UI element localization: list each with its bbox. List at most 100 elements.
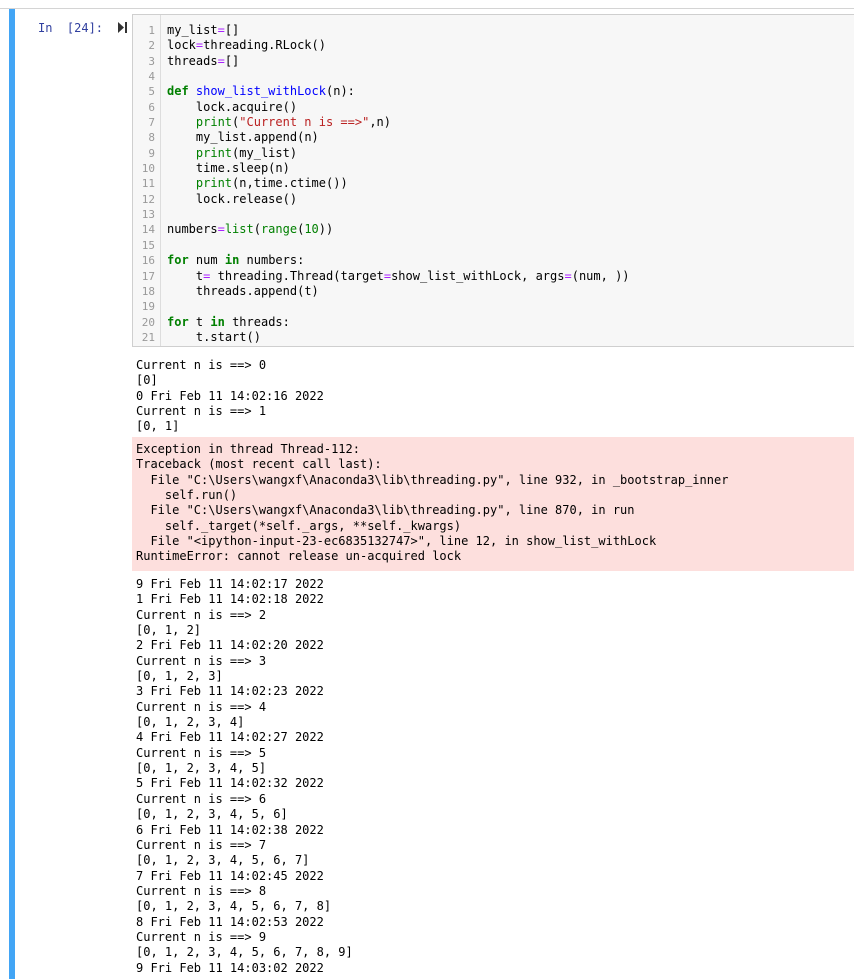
line-number: 17 <box>141 269 155 283</box>
code-line[interactable]: 16 for num in numbers: <box>133 253 854 268</box>
code-text: lock.release() <box>195 191 298 206</box>
notebook-code-cell[interactable]: In [24]: 1 my_list=[] 2 lock=threading.RLoc… <box>0 9 854 979</box>
code-editor[interactable]: 1 my_list=[] 2 lock=threading.RLock() 3 threa… <box>132 14 854 347</box>
output-line: 2 Fri Feb 11 14:02:20 2022 <box>136 638 324 653</box>
line-number: 21 <box>141 330 155 344</box>
code-line[interactable]: 7 print("Current n is ==>",n) <box>133 115 854 130</box>
line-number: 14 <box>141 223 155 237</box>
output-line: [0, 1, 2, 3, 4, 5, 6, 7, 8] <box>136 899 332 914</box>
line-number: 11 <box>141 177 155 191</box>
output-line: Current n is ==> 2 <box>136 607 267 622</box>
output-line: Current n is ==> 1 <box>136 404 267 419</box>
code-line[interactable]: 5 def show_list_withLock(n): <box>133 84 854 99</box>
code-line[interactable]: 4 <box>133 69 854 84</box>
line-number: 19 <box>141 300 155 314</box>
code-text: numbers=list(range(10)) <box>167 222 334 237</box>
line-number: 8 <box>148 131 155 145</box>
output-line: Current n is ==> 6 <box>136 791 267 806</box>
code-text: for t in threads: <box>167 314 290 329</box>
code-line[interactable]: 21 t.start() <box>133 330 854 345</box>
code-text: print("Current n is ==>",n) <box>195 115 392 130</box>
output-line: 1 Fri Feb 11 14:02:18 2022 <box>136 592 324 607</box>
code-line[interactable]: 10 time.sleep(n) <box>133 161 854 176</box>
line-number: 6 <box>148 100 155 114</box>
output-line: Current n is ==> 3 <box>136 653 267 668</box>
output-line: Current n is ==> 8 <box>136 883 267 898</box>
output-line: 4 Fri Feb 11 14:02:27 2022 <box>136 730 324 745</box>
line-number: 16 <box>141 254 155 268</box>
line-number: 10 <box>141 162 155 176</box>
code-text: threads.append(t) <box>195 283 319 298</box>
line-number: 18 <box>141 284 155 298</box>
line-number: 9 <box>148 146 155 160</box>
line-number: 5 <box>148 85 155 99</box>
output-line: Current n is ==> 4 <box>136 699 267 714</box>
output-line: 3 Fri Feb 11 14:02:23 2022 <box>136 684 324 699</box>
line-number: 20 <box>141 315 155 329</box>
code-text: threads=[] <box>167 53 240 68</box>
line-number: 4 <box>148 70 155 84</box>
output-line: Current n is ==> 7 <box>136 837 267 852</box>
code-line[interactable]: 19 <box>133 299 854 314</box>
stdout-output-before: Current n is ==> 0 [0] 0 Fri Feb 11 14:02:… <box>132 358 854 435</box>
output-line: [0, 1, 2, 3, 4, 5] <box>136 761 267 776</box>
line-number: 15 <box>141 238 155 252</box>
output-line: Current n is ==> 0 <box>136 358 267 372</box>
error-line: File "C:\Users\wangxf\Anaconda3\lib\thre… <box>136 472 729 487</box>
output-line: 8 Fri Feb 11 14:02:53 2022 <box>136 914 324 929</box>
code-text: my_list=[] <box>167 23 240 37</box>
output-line: [0, 1, 2, 3, 4, 5, 6, 7] <box>136 853 310 868</box>
code-line[interactable]: 6 lock.acquire() <box>133 100 854 115</box>
output-line: [0, 1, 2, 3, 4, 5, 6] <box>136 807 288 822</box>
line-number: 12 <box>141 192 155 206</box>
error-line: File "<ipython-input-23-ec6835132747>", … <box>136 534 657 549</box>
code-text: def show_list_withLock(n): <box>167 84 355 99</box>
code-text: lock=threading.RLock() <box>167 38 326 53</box>
code-text: print(n,time.ctime()) <box>195 176 348 191</box>
output-line: 6 Fri Feb 11 14:02:38 2022 <box>136 822 324 837</box>
code-text: print(my_list) <box>195 145 298 160</box>
error-line: Traceback (most recent call last): <box>136 457 382 472</box>
play-step-icon[interactable] <box>118 22 127 33</box>
input-prompt: In [24]: <box>38 21 104 35</box>
line-number: 2 <box>148 39 155 53</box>
stdout-output-after: 9 Fri Feb 11 14:02:17 2022 1 Fri Feb 11 1… <box>132 577 854 976</box>
code-line[interactable]: 3 threads=[] <box>133 54 854 69</box>
code-line[interactable]: 18 threads.append(t) <box>133 284 854 299</box>
output-line: Current n is ==> 5 <box>136 745 267 760</box>
output-line: [0] <box>136 373 158 388</box>
output-line: 9 Fri Feb 11 14:03:02 2022 <box>136 960 324 975</box>
error-line: RuntimeError: cannot release un-acquired… <box>136 549 462 564</box>
output-line: [0, 1, 2, 3, 4, 5, 6, 7, 8, 9] <box>136 945 353 960</box>
code-text: lock.acquire() <box>195 99 298 114</box>
code-text: for num in numbers: <box>167 253 305 268</box>
line-number: 13 <box>141 208 155 222</box>
line-number: 3 <box>148 54 155 68</box>
error-line: Exception in thread Thread-112: <box>136 442 360 456</box>
code-line[interactable]: 2 lock=threading.RLock() <box>133 38 854 53</box>
output-line: [0, 1] <box>136 419 180 434</box>
code-text: t= threading.Thread(target=show_list_wit… <box>195 268 630 283</box>
code-line[interactable]: 20 for t in threads: <box>133 315 854 330</box>
code-text: time.sleep(n) <box>195 161 290 176</box>
code-line[interactable]: 8 my_list.append(n) <box>133 130 854 145</box>
error-line: File "C:\Users\wangxf\Anaconda3\lib\thre… <box>136 503 635 518</box>
code-line[interactable]: 12 lock.release() <box>133 192 854 207</box>
code-line[interactable]: 11 print(n,time.ctime()) <box>133 176 854 191</box>
cell-selection-bar <box>9 9 15 979</box>
output-line: [0, 1, 2, 3] <box>136 669 223 684</box>
code-line[interactable]: 9 print(my_list) <box>133 146 854 161</box>
code-line[interactable]: 1 my_list=[] <box>133 23 854 38</box>
line-number: 7 <box>148 116 155 130</box>
code-text: t.start() <box>195 329 261 344</box>
code-lines: 1 my_list=[] 2 lock=threading.RLock() 3 threa… <box>133 23 854 345</box>
stderr-output: Exception in thread Thread-112: Traceback… <box>132 437 854 571</box>
output-line: 7 Fri Feb 11 14:02:45 2022 <box>136 868 324 883</box>
code-text: my_list.append(n) <box>195 130 319 145</box>
code-line[interactable]: 13 <box>133 207 854 222</box>
code-line[interactable]: 15 <box>133 238 854 253</box>
line-number: 1 <box>148 24 155 37</box>
output-line: Current n is ==> 9 <box>136 929 267 944</box>
code-line[interactable]: 17 t= threading.Thread(target=show_list_… <box>133 269 854 284</box>
code-line[interactable]: 14 numbers=list(range(10)) <box>133 222 854 237</box>
